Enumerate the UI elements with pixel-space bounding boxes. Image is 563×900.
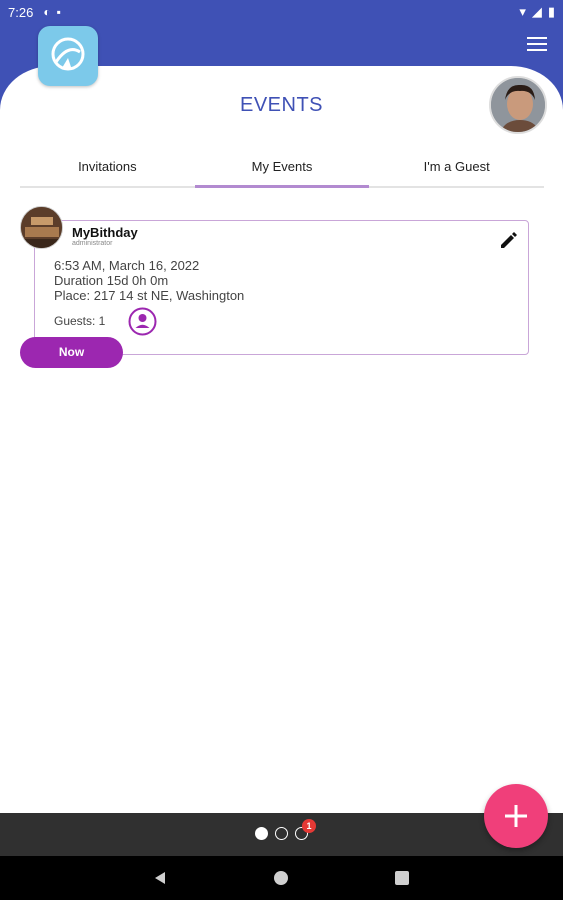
page-title: EVENTS: [239, 94, 324, 116]
event-datetime: 6:53 AM, March 16, 2022: [54, 258, 200, 273]
event-title: MyBithday: [72, 225, 138, 240]
tab-bar: Invitations My Events I'm a Guest: [20, 148, 544, 188]
tab-invitations[interactable]: Invitations: [20, 148, 195, 186]
event-duration: Duration 15d 0h 0m: [54, 273, 169, 288]
edit-icon[interactable]: [499, 230, 519, 250]
guest-person-icon[interactable]: [128, 307, 157, 336]
event-role: administrator: [72, 240, 113, 247]
profile-avatar[interactable]: [489, 76, 547, 134]
wifi-icon: ▾: [519, 4, 526, 19]
status-bar: 7:26 ◐ ▪ ▾ ◢ ▮: [0, 0, 563, 24]
menu-icon[interactable]: [527, 37, 547, 53]
event-photo: [21, 207, 62, 248]
logo-icon: [51, 37, 85, 71]
home-icon[interactable]: [274, 871, 288, 885]
notification-badge: 1: [302, 819, 316, 833]
plus-icon: [505, 805, 527, 827]
event-place: Place: 217 14 st NE, Washington: [54, 288, 245, 303]
recents-icon[interactable]: [395, 871, 409, 885]
event-avatar: [20, 206, 63, 249]
signal-icon: ◢: [531, 4, 542, 19]
pager-dot-2[interactable]: [275, 827, 288, 840]
guests-count: Guests: 1: [54, 314, 106, 328]
data-saver-icon: ◐: [43, 5, 51, 19]
app-logo[interactable]: [38, 26, 98, 86]
sd-card-icon: ▪: [56, 5, 61, 19]
add-event-button[interactable]: [484, 784, 548, 848]
battery-icon: ▮: [547, 4, 555, 19]
back-icon[interactable]: [152, 870, 168, 886]
now-button[interactable]: Now: [20, 337, 123, 368]
tab-im-a-guest[interactable]: I'm a Guest: [369, 148, 544, 186]
tab-my-events[interactable]: My Events: [194, 148, 370, 188]
pager-dot-1[interactable]: [255, 827, 268, 840]
status-time: 7:26: [8, 4, 34, 20]
